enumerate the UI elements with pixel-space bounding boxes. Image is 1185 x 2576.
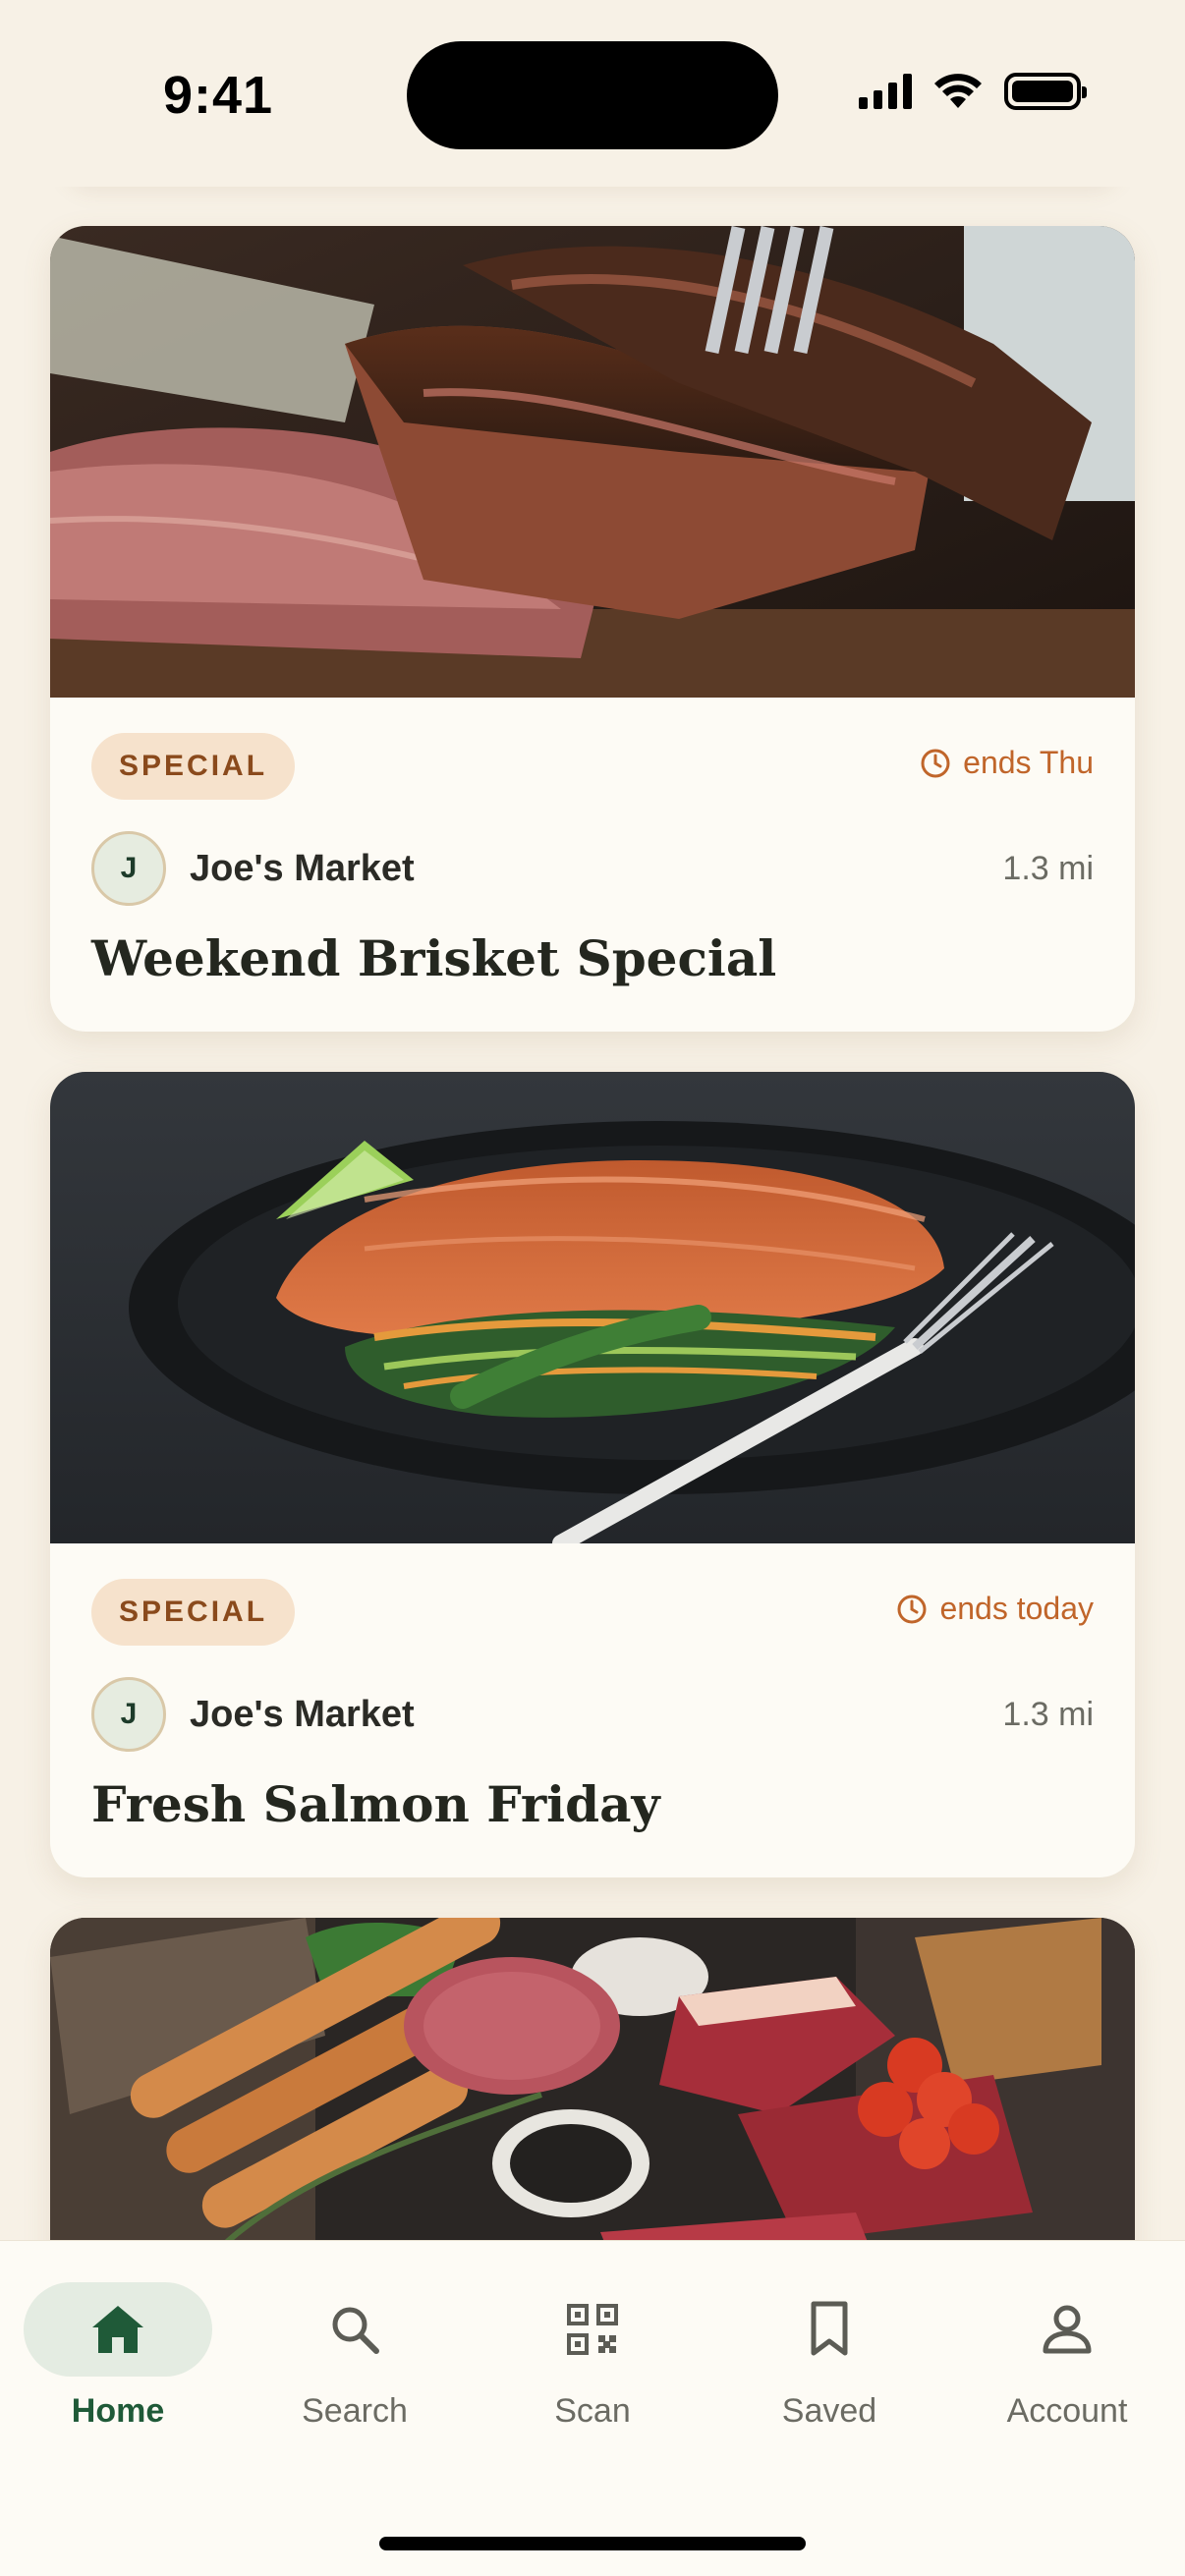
deal-title: Weekend Brisket Special xyxy=(91,929,777,987)
tab-bar: Home Search Scan Saved Account xyxy=(0,2240,1185,2576)
status-time: 9:41 xyxy=(163,66,274,125)
deal-card-body: SPECIAL ends today J Joe's Market 1.3 mi… xyxy=(50,1543,1135,1877)
deal-ends: ends today xyxy=(896,1591,1094,1627)
special-badge: SPECIAL xyxy=(91,1579,296,1646)
tab-home-pill xyxy=(24,2282,212,2377)
store-avatar: J xyxy=(91,831,166,906)
wifi-icon xyxy=(934,74,982,108)
clock-icon xyxy=(897,1595,927,1623)
search-icon xyxy=(332,2307,379,2354)
deal-ends: ends Thu xyxy=(920,745,1094,781)
tab-home-label: Home xyxy=(71,2392,165,2430)
home-icon xyxy=(92,2306,143,2353)
tab-scan[interactable]: Scan xyxy=(494,2282,691,2439)
tab-search[interactable]: Search xyxy=(256,2282,453,2439)
deal-ends-text: ends today xyxy=(939,1591,1094,1626)
dynamic-island xyxy=(407,41,778,149)
screen: 9:41 SPECIAL ends Thu J Joe's Market 1.3… xyxy=(0,0,1185,2576)
deal-card[interactable]: SPECIAL ends today J Joe's Market 1.3 mi… xyxy=(50,1072,1135,1877)
clock-icon xyxy=(921,749,950,777)
home-indicator[interactable] xyxy=(379,2537,806,2550)
status-icons xyxy=(859,73,1087,110)
cellular-signal-icon xyxy=(859,74,912,109)
store-row[interactable]: J Joe's Market 1.3 mi xyxy=(91,831,1094,906)
deal-image-salmon xyxy=(50,1072,1135,1543)
store-row[interactable]: J Joe's Market 1.3 mi xyxy=(91,1677,1094,1752)
tab-home[interactable]: Home xyxy=(20,2282,216,2439)
tab-scan-label: Scan xyxy=(554,2392,631,2430)
person-icon xyxy=(1043,2305,1092,2354)
store-name: Joe's Market xyxy=(190,1693,415,1735)
deal-image-brisket xyxy=(50,226,1135,698)
qr-code-icon xyxy=(567,2304,618,2355)
store-distance: 1.3 mi xyxy=(1002,1695,1094,1733)
special-badge: SPECIAL xyxy=(91,733,296,800)
deal-ends-text: ends Thu xyxy=(963,745,1094,780)
tab-account-label: Account xyxy=(1006,2392,1128,2430)
deal-title: Fresh Salmon Friday xyxy=(91,1775,660,1833)
store-avatar: J xyxy=(91,1677,166,1752)
tab-saved[interactable]: Saved xyxy=(731,2282,928,2439)
battery-icon xyxy=(1004,73,1087,110)
deal-card[interactable]: SPECIAL ends Thu J Joe's Market 1.3 mi W… xyxy=(50,226,1135,1032)
store-distance: 1.3 mi xyxy=(1002,849,1094,887)
tab-account[interactable]: Account xyxy=(969,2282,1165,2439)
deal-card-body: SPECIAL ends Thu J Joe's Market 1.3 mi W… xyxy=(50,698,1135,1032)
status-bar: 9:41 xyxy=(0,0,1185,187)
tab-search-label: Search xyxy=(302,2392,408,2430)
store-name: Joe's Market xyxy=(190,847,415,889)
bookmark-icon xyxy=(811,2301,848,2356)
tab-saved-label: Saved xyxy=(781,2392,877,2430)
